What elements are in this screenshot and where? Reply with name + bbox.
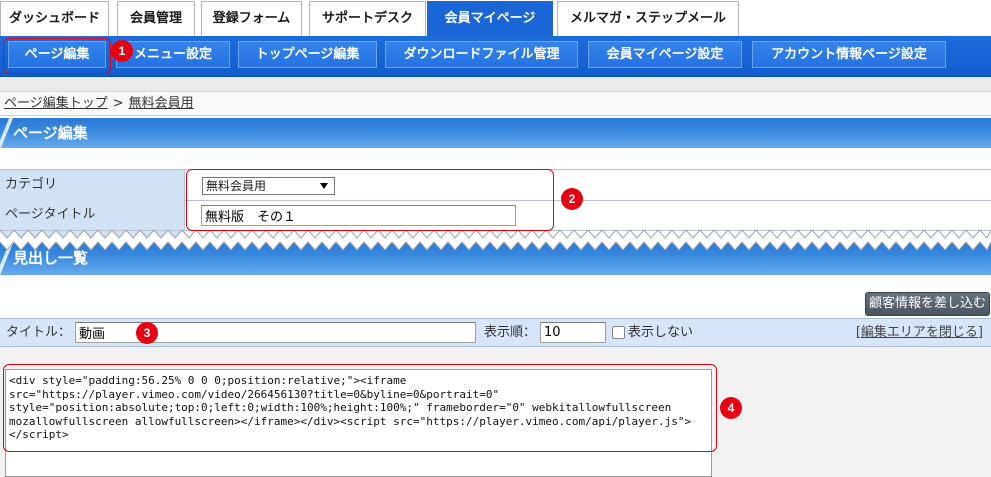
page-title-row: ページタイトル xyxy=(0,200,991,231)
breadcrumb-parent-link[interactable]: ページ編集トップ xyxy=(4,96,108,111)
category-select[interactable]: 無料会員用 xyxy=(202,177,335,195)
heading-body-textarea[interactable]: <div style="padding:56.25% 0 0 0;positio… xyxy=(5,369,712,477)
category-select-value: 無料会員用 xyxy=(206,179,267,193)
page-heading-bar: ページ編集 xyxy=(0,118,991,148)
tab-member-mypage[interactable]: 会員マイページ xyxy=(427,1,553,37)
breadcrumb-separator: > xyxy=(112,96,124,111)
subnav-account-page-settings[interactable]: アカウント情報ページ設定 xyxy=(752,41,946,68)
subnav-download-files[interactable]: ダウンロードファイル管理 xyxy=(385,41,578,68)
heading-edit-area: <div style="padding:56.25% 0 0 0;positio… xyxy=(0,347,991,477)
insert-customer-info-button[interactable]: 顧客情報を差し込む xyxy=(865,292,990,316)
page-title-input[interactable] xyxy=(201,205,516,226)
checkbox-icon[interactable] xyxy=(612,326,625,339)
tab-mail-magazine[interactable]: メルマガ・ステップメール xyxy=(557,1,739,37)
subnav-top-page-edit[interactable]: トップページ編集 xyxy=(238,41,377,68)
subnav-menu-settings[interactable]: メニュー設定 xyxy=(116,41,230,68)
close-edit-area-link[interactable]: [編集エリアを閉じる] xyxy=(856,319,983,346)
tab-support-desk[interactable]: サポートデスク xyxy=(309,1,426,37)
close-edit-area-label[interactable]: 編集エリアを閉じる xyxy=(861,325,978,340)
subnav-mypage-settings[interactable]: 会員マイページ設定 xyxy=(588,41,742,68)
display-order-input[interactable] xyxy=(540,322,606,343)
breadcrumb-current-link[interactable]: 無料会員用 xyxy=(129,96,194,111)
page-title: ページ編集 xyxy=(13,124,88,142)
torn-edge xyxy=(0,229,991,251)
heading-title-label: タイトル： xyxy=(6,325,72,340)
display-order-label: 表示順： xyxy=(484,325,537,340)
heading-editor-row: タイトル： 表示順： 表示しない [編集エリアを閉じる] xyxy=(0,318,991,347)
heading-decoration xyxy=(0,118,14,148)
top-tab-bar: ダッシュボード 会員管理 登録フォーム サポートデスク 会員マイページ メルマガ… xyxy=(0,0,991,37)
page-title-label: ページタイトル xyxy=(0,200,185,230)
tab-member-management[interactable]: 会員管理 xyxy=(117,1,195,37)
chevron-down-icon xyxy=(320,183,328,189)
tab-dashboard[interactable]: ダッシュボード xyxy=(0,1,109,37)
hide-checkbox-label[interactable]: 表示しない xyxy=(628,319,693,346)
category-row: カテゴリ 無料会員用 xyxy=(0,170,991,201)
heading-title-input[interactable] xyxy=(75,322,476,343)
tab-registration-form[interactable]: 登録フォーム xyxy=(201,1,302,37)
subnav-page-edit[interactable]: ページ編集 xyxy=(8,41,106,68)
sub-nav-bar: ページ編集 メニュー設定 トップページ編集 ダウンロードファイル管理 会員マイペ… xyxy=(0,36,991,77)
page-settings-form: カテゴリ 無料会員用 ページタイトル xyxy=(0,169,991,231)
breadcrumb: ページ編集トップ > 無料会員用 xyxy=(0,91,991,116)
category-label: カテゴリ xyxy=(0,170,185,200)
bracket-close: ] xyxy=(977,325,983,340)
nav-spacer xyxy=(0,77,991,91)
